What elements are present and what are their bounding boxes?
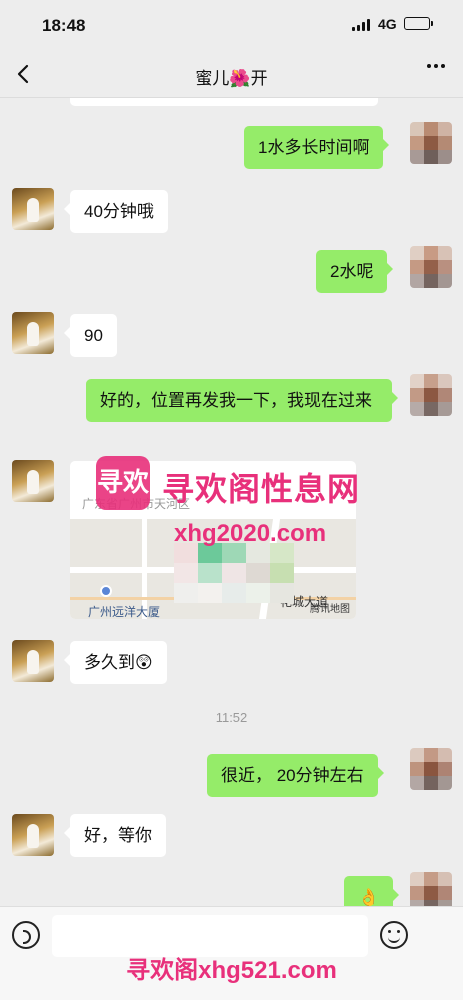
status-bar: 18:48 4G — [0, 0, 463, 52]
signal-icon — [352, 19, 370, 31]
self-avatar[interactable] — [410, 872, 452, 906]
self-avatar[interactable] — [410, 122, 452, 164]
chat-title: 蜜儿🌺开 — [195, 69, 268, 88]
voice-input-icon[interactable] — [12, 921, 40, 949]
message-bubble-outgoing[interactable]: 好的，位置再发我一下，我现在过来 — [86, 379, 398, 422]
map-credit: 腾讯地图 — [310, 604, 350, 615]
contact-avatar[interactable] — [12, 460, 54, 502]
network-type: 4G — [378, 16, 397, 32]
map-label-building: 广州远洋大厦 — [88, 605, 161, 619]
map-pin-icon — [100, 585, 112, 597]
message-bubble-outgoing[interactable]: 很近， 20分钟左右 — [207, 754, 384, 797]
blurred-area — [174, 543, 294, 603]
contact-avatar[interactable] — [12, 188, 54, 230]
message-bubble-incoming[interactable]: 90 — [64, 314, 117, 357]
self-avatar[interactable] — [410, 374, 452, 416]
emoji-icon[interactable] — [380, 921, 408, 949]
watermark-site: xhg2020.com — [174, 520, 327, 547]
contact-avatar[interactable] — [12, 640, 54, 682]
watermark-logo: 寻欢 — [96, 456, 150, 510]
message-bubble-incoming[interactable]: 40分钟哦 — [64, 190, 168, 233]
message-bubble-outgoing[interactable]: 👌 — [344, 876, 400, 906]
message-bubble-outgoing[interactable]: 1水多长时间啊 — [244, 126, 390, 169]
message-bubble-incoming[interactable]: 多久到😲 — [64, 641, 167, 684]
message-bubble-partial — [70, 98, 378, 106]
status-time: 18:48 — [42, 16, 86, 35]
chat-header: 蜜儿🌺开 — [0, 52, 463, 98]
battery-icon — [404, 17, 433, 30]
contact-avatar[interactable] — [12, 814, 54, 856]
watermark-title: 寻欢阁性息网 — [162, 471, 361, 507]
self-avatar[interactable] — [410, 246, 452, 288]
message-bubble-incoming[interactable]: 好，等你 — [64, 814, 166, 857]
more-options-icon[interactable] — [427, 64, 445, 68]
watermark-footer: 寻欢阁xhg521.com — [126, 957, 337, 984]
message-bubble-outgoing[interactable]: 2水呢 — [316, 250, 394, 293]
message-timestamp: 11:52 — [215, 710, 248, 725]
self-avatar[interactable] — [410, 748, 452, 790]
contact-avatar[interactable] — [12, 312, 54, 354]
